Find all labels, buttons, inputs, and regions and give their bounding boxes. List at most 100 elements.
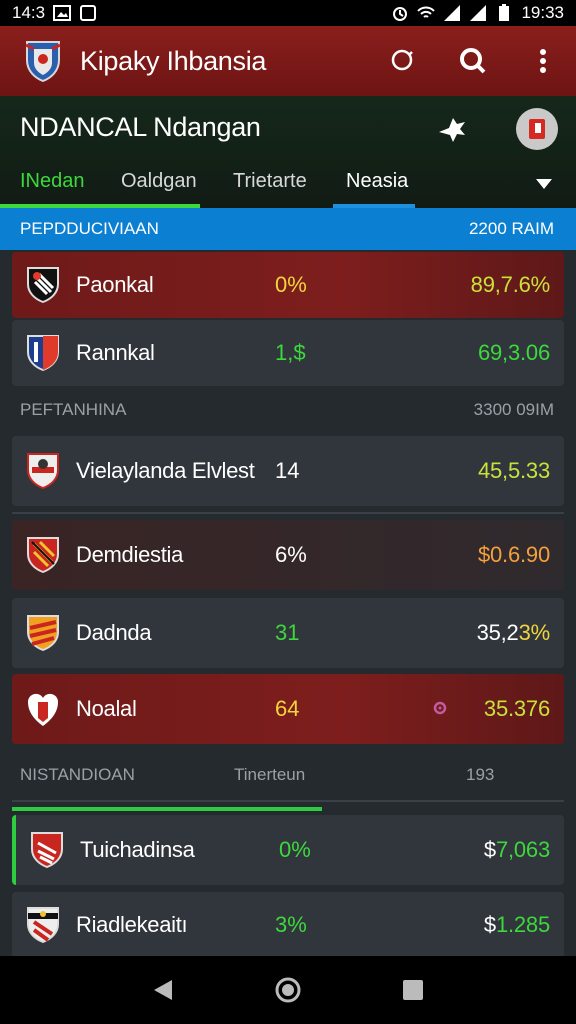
chevron-down-icon xyxy=(536,179,552,189)
team-stat: 0% xyxy=(275,272,307,297)
team-stat: 14 xyxy=(275,458,300,483)
currency-symbol: $ xyxy=(483,837,496,862)
team-value-main: 35,2 xyxy=(476,620,519,645)
table-row[interactable]: Riadlekeaitı 3% $1.285 xyxy=(12,892,564,958)
group-subtitle: Tinerteun xyxy=(234,765,306,784)
team-name: Dadnda xyxy=(76,620,152,645)
system-nav-bar xyxy=(0,956,576,1024)
back-button[interactable] xyxy=(143,970,183,1010)
team-name: Riadlekeaitı xyxy=(76,912,188,937)
home-icon xyxy=(275,977,301,1003)
recents-icon xyxy=(403,980,424,1000)
group-title: PEFTANHINA xyxy=(20,400,127,419)
status-time-left: 14:3 xyxy=(12,3,46,22)
table-row[interactable]: Dadnda 31 35,23% xyxy=(12,598,564,668)
pin-button[interactable] xyxy=(434,112,470,146)
team-crest-icon xyxy=(26,690,60,728)
team-value: 35,23% xyxy=(476,620,551,646)
league-header: NDANCAL Ndangan INedan Oaldgan Trietarte… xyxy=(0,96,576,208)
team-crest-icon xyxy=(26,614,60,652)
group-title: NISTANDIOAN xyxy=(20,765,135,784)
team-value: 35.376 xyxy=(483,696,550,721)
tab-inedan[interactable]: INedan xyxy=(20,170,85,193)
status-bar: 14:3 19:33 xyxy=(0,0,576,26)
gallery-icon xyxy=(53,4,72,22)
team-crest-icon xyxy=(24,39,62,83)
status-time-right: 19:33 xyxy=(521,3,564,22)
team-name: Paonkal xyxy=(76,272,154,297)
home-button[interactable] xyxy=(268,970,308,1010)
tab-bar: INedan Oaldgan Trietarte Neasia xyxy=(0,162,576,208)
tab-neasia[interactable]: Neasia xyxy=(346,170,408,193)
team-stat: 64 xyxy=(275,696,300,721)
team-crest-icon xyxy=(26,452,60,490)
section-title: PEPDDUCIVIAAN xyxy=(20,219,159,238)
table-row[interactable]: Tuichadinsa 0% $7,063 xyxy=(12,815,564,885)
more-vert-icon xyxy=(540,49,546,73)
team-value: 69,3.06 xyxy=(477,340,550,365)
location-icon xyxy=(432,701,448,717)
alarm-icon xyxy=(391,4,409,22)
team-value-suffix: 3% xyxy=(518,620,551,645)
team-value: $7,063 xyxy=(484,837,550,863)
app-actions xyxy=(386,44,560,78)
status-left: 14:3 xyxy=(12,3,97,23)
pin-star-icon xyxy=(439,118,465,142)
table-row[interactable]: Vielaylanda Elvlest 14 45,5.33 xyxy=(12,436,564,506)
team-name: Demdiestia xyxy=(76,542,184,567)
back-icon xyxy=(153,980,172,1000)
team-stat: 6% xyxy=(275,542,307,567)
group-value: 193 xyxy=(466,765,495,784)
row-divider xyxy=(12,512,564,514)
tab-trietarte[interactable]: Trietarte xyxy=(233,170,307,193)
battery-icon xyxy=(495,4,513,22)
table-row[interactable]: Rannkal 1,$ 69,3.06 xyxy=(12,320,564,386)
more-options-button[interactable] xyxy=(526,44,560,78)
team-name: Rannkal xyxy=(76,340,155,365)
team-stat: 0% xyxy=(279,837,311,862)
team-stat: 3% xyxy=(275,912,307,937)
tab-oaldgan[interactable]: Oaldgan xyxy=(121,170,197,193)
search-button[interactable] xyxy=(456,44,490,78)
signal-icon xyxy=(443,4,461,22)
team-value-main: 7,063 xyxy=(495,837,550,862)
app-bar: Kipaky Ihbansia xyxy=(0,26,576,96)
app-title: Kipaky Ihbansia xyxy=(80,45,267,76)
team-crest-icon xyxy=(26,266,60,304)
team-crest-icon xyxy=(26,334,60,372)
avatar[interactable] xyxy=(516,108,558,150)
wifi-icon xyxy=(417,4,436,22)
signal-icon-2 xyxy=(469,4,487,22)
search-icon xyxy=(460,48,486,74)
tabs-dropdown-button[interactable] xyxy=(534,176,554,192)
table-row[interactable]: Paonkal 0% 89,7.6% xyxy=(12,252,564,318)
team-value: 45,5.33 xyxy=(477,458,550,483)
team-name: Vielaylanda Elvlest xyxy=(76,458,255,483)
team-name: Tuichadinsa xyxy=(80,837,195,862)
team-crest-icon xyxy=(30,831,64,869)
league-title: NDANCAL Ndangan xyxy=(20,112,261,142)
currency-symbol: $ xyxy=(483,912,496,937)
team-value: 89,7.6% xyxy=(470,272,551,297)
search-outline-button[interactable] xyxy=(386,44,420,78)
avatar-icon xyxy=(529,119,545,139)
team-stat: 1,$ xyxy=(275,340,306,365)
table-row[interactable]: Demdiestia 6% $0.6.90 xyxy=(12,520,564,590)
section-header: PEPDDUCIVIAAN 2200 RAIM xyxy=(0,208,576,250)
team-name: Noalal xyxy=(76,696,137,721)
team-value: $1.285 xyxy=(484,912,550,938)
team-stat: 31 xyxy=(275,620,300,645)
square-icon xyxy=(79,4,97,22)
team-value-main: 1.285 xyxy=(495,912,550,937)
team-crest-icon xyxy=(26,906,60,944)
recents-button[interactable] xyxy=(393,970,433,1010)
table-row[interactable]: Noalal 64 35.376 xyxy=(12,674,564,744)
row-divider xyxy=(12,800,564,802)
progress-indicator xyxy=(12,807,322,811)
group-value: 3300 09IM xyxy=(473,400,554,419)
team-value: $0.6.90 xyxy=(477,542,550,567)
status-right: 19:33 xyxy=(391,3,564,23)
team-crest-icon xyxy=(26,536,60,574)
search-outline-icon xyxy=(391,49,413,71)
section-value: 2200 RAIM xyxy=(468,219,554,238)
